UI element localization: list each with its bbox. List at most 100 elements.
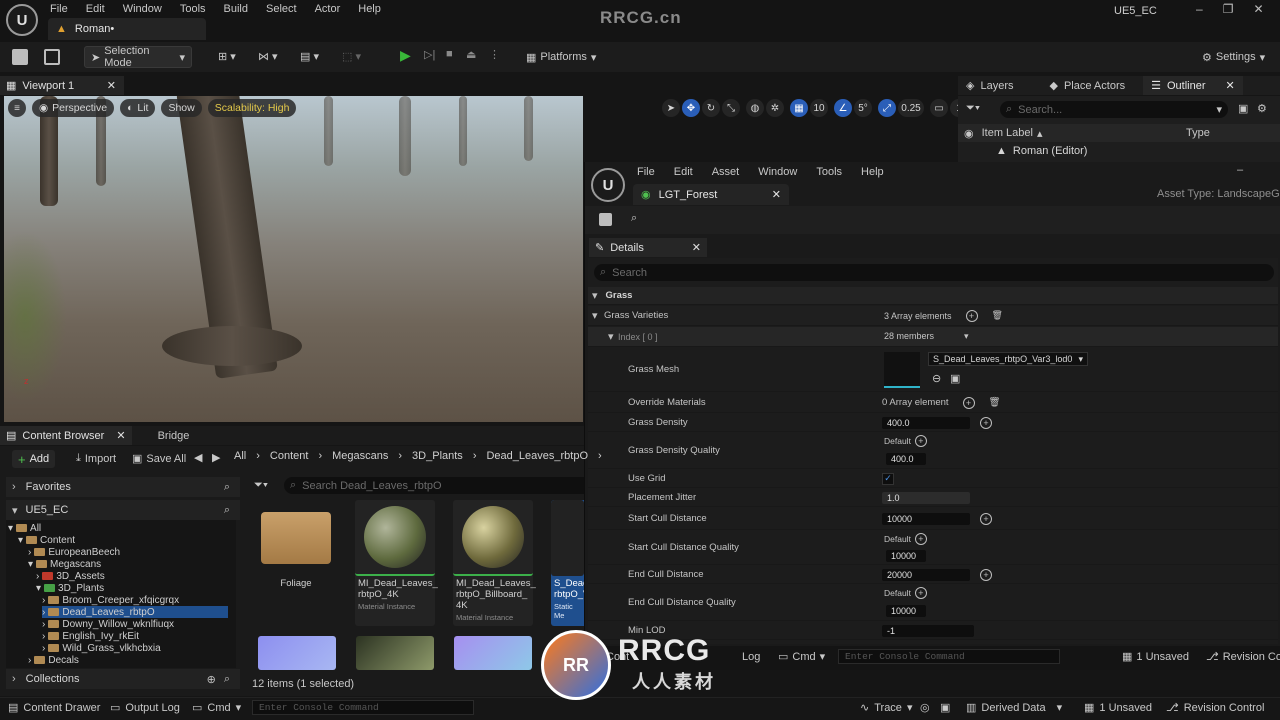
- menu-file[interactable]: File: [637, 166, 655, 178]
- menu-help[interactable]: Help: [358, 3, 381, 15]
- asset-tile[interactable]: MI_Dead_Leaves_ rbtpO_4K Material Instan…: [355, 500, 438, 626]
- close-tab-icon[interactable]: ✕: [107, 79, 116, 92]
- search-icon[interactable]: ⌕: [224, 481, 230, 494]
- crumb-content[interactable]: Content: [270, 450, 309, 462]
- eject-icon[interactable]: ⏏: [466, 48, 476, 61]
- cmd-dropdown[interactable]: ▭ Cmd ▾: [192, 701, 241, 715]
- crumb-3d-plants[interactable]: 3D_Plants: [412, 450, 463, 462]
- favorites-header[interactable]: › Favorites ⌕: [6, 477, 240, 497]
- output-log-label[interactable]: Log: [742, 651, 760, 663]
- tree-node[interactable]: ▾ 3D_Plants: [36, 582, 104, 594]
- add-element-icon[interactable]: +: [965, 309, 978, 322]
- grass-density-input[interactable]: 400.0: [882, 416, 970, 429]
- end-cull-input[interactable]: 20000: [882, 568, 970, 581]
- tree-node[interactable]: › Decals: [28, 654, 79, 666]
- tab-place-actors[interactable]: ◆ Place Actors: [1042, 76, 1134, 95]
- texture-thumbnail[interactable]: [258, 636, 336, 670]
- browse-icon[interactable]: [44, 49, 60, 65]
- min-lod-input[interactable]: -1: [882, 624, 974, 637]
- platforms-dropdown[interactable]: ▦ Platforms ▾: [520, 46, 602, 68]
- camera-speed-icon[interactable]: ▭: [930, 99, 948, 117]
- close-tab-icon[interactable]: ✕: [692, 241, 701, 254]
- tree-node[interactable]: ▾ Content: [18, 534, 75, 546]
- scale-icon[interactable]: ⤡: [722, 99, 740, 117]
- cinematics-icon[interactable]: ▤ ▾: [300, 50, 319, 63]
- asset-tile[interactable]: Foliage: [256, 500, 336, 591]
- unsaved-indicator[interactable]: ▦ 1 Unsaved: [1122, 650, 1189, 664]
- start-cull-quality-input[interactable]: 10000: [886, 550, 926, 562]
- lit-button[interactable]: ◐ Lit: [120, 99, 156, 117]
- tree-node[interactable]: › English_Ivy_rkEit: [42, 630, 139, 642]
- selection-mode-dropdown[interactable]: ➤ Selection Mode ▾: [84, 45, 192, 69]
- folder-add-icon[interactable]: ▣: [1238, 102, 1248, 115]
- column-type[interactable]: Type: [1186, 127, 1210, 139]
- crumb-dead-leaves[interactable]: Dead_Leaves_rbtpO: [486, 450, 588, 462]
- section-grass[interactable]: ▾ Grass: [588, 287, 1278, 305]
- show-button[interactable]: Show: [161, 99, 202, 117]
- hamburger-menu-icon[interactable]: ≡: [8, 99, 26, 117]
- menu-asset[interactable]: Asset: [712, 166, 740, 178]
- history-back-icon[interactable]: ◀: [194, 451, 202, 464]
- menu-help[interactable]: Help: [861, 166, 884, 178]
- menu-edit[interactable]: Edit: [674, 166, 693, 178]
- trace-dropdown[interactable]: ∿ Trace ▾: [860, 701, 912, 715]
- close-icon[interactable]: ✕: [1253, 2, 1263, 16]
- play-icon[interactable]: ▶: [400, 47, 411, 64]
- menu-build[interactable]: Build: [224, 3, 248, 15]
- save-icon[interactable]: [599, 213, 612, 226]
- tree-node-selected[interactable]: › Dead_Leaves_rbtpO: [42, 606, 228, 618]
- revision-control[interactable]: ⎇ Revision Control: [1166, 701, 1264, 715]
- menu-tools[interactable]: Tools: [180, 3, 206, 15]
- move-icon[interactable]: ✥: [682, 99, 700, 117]
- mesh-picker[interactable]: S_Dead_Leaves_rbtpO_Var3_lod0 ▾: [928, 352, 1088, 366]
- menu-file[interactable]: File: [50, 3, 68, 15]
- tree-node[interactable]: › Broom_Creeper_xfqicgrqx: [42, 594, 179, 606]
- rotation-snap-value[interactable]: 5°: [854, 99, 872, 117]
- menu-window[interactable]: Window: [758, 166, 797, 178]
- outliner-search[interactable]: ⌕ Search... ▾: [1000, 101, 1228, 118]
- import-button[interactable]: ⤓ Import: [76, 452, 116, 465]
- use-grid-checkbox[interactable]: ✓: [882, 472, 894, 485]
- add-override-icon[interactable]: +: [980, 512, 992, 525]
- column-item-label[interactable]: Item Label: [982, 127, 1033, 139]
- tree-node[interactable]: › Downy_Willow_wknlfiuqx: [42, 618, 174, 630]
- content-search[interactable]: ⌕ Search Dead_Leaves_rbtpO: [284, 477, 584, 494]
- content-drawer-button[interactable]: ▤ Content Drawer: [8, 701, 100, 715]
- tree-node[interactable]: › EuropeanBeech: [28, 546, 120, 558]
- gear-icon[interactable]: ⚙: [1257, 102, 1267, 115]
- derived-data-dropdown[interactable]: ▥ Derived Data ▾: [966, 701, 1062, 715]
- modes-icon[interactable]: ⬚ ▾: [342, 50, 361, 63]
- tree-node[interactable]: ▾ All: [8, 522, 41, 534]
- surface-snap-icon[interactable]: ✲: [766, 99, 784, 117]
- unreal-logo-icon[interactable]: U: [591, 168, 625, 202]
- stop-icon[interactable]: ■: [446, 48, 453, 60]
- scale-snap-value[interactable]: 0.25: [898, 99, 924, 117]
- unreal-logo-icon[interactable]: U: [6, 4, 38, 36]
- revision-control[interactable]: ⎇Revision Con: [1206, 650, 1280, 664]
- add-override-icon[interactable]: +: [914, 435, 927, 447]
- cmd-dropdown[interactable]: ▭ Cmd ▾: [778, 650, 825, 664]
- tree-node[interactable]: › 3D_Assets: [36, 570, 105, 582]
- record-icon[interactable]: ◎: [920, 701, 930, 714]
- tab-bridge[interactable]: Bridge: [158, 430, 190, 442]
- start-cull-input[interactable]: 10000: [882, 512, 970, 525]
- add-override-icon[interactable]: +: [980, 568, 992, 581]
- camera-icon[interactable]: ▣: [940, 701, 950, 714]
- asset-tile-selected[interactable]: S_Dead_ rbtpO_V Static Me: [551, 500, 584, 626]
- members-dropdown[interactable]: 28 members ▾: [884, 331, 969, 342]
- editor-console-input[interactable]: Enter Console Command: [838, 649, 1060, 664]
- menu-tools[interactable]: Tools: [816, 166, 842, 178]
- rotation-snap-icon[interactable]: ∠: [834, 99, 852, 117]
- visibility-icon[interactable]: ◉: [964, 127, 974, 140]
- viewport-3d[interactable]: z: [4, 96, 583, 422]
- grass-density-quality-input[interactable]: 400.0: [886, 453, 926, 465]
- tab-outliner[interactable]: ☰ Outliner ✕: [1143, 76, 1243, 95]
- texture-thumbnail[interactable]: [356, 636, 434, 670]
- close-tab-icon[interactable]: ✕: [772, 188, 781, 201]
- console-input[interactable]: Enter Console Command: [252, 700, 474, 715]
- crumb-megascans[interactable]: Megascans: [332, 450, 388, 462]
- add-override-icon[interactable]: +: [980, 416, 992, 429]
- trash-icon[interactable]: 🗑: [992, 310, 1003, 321]
- project-header[interactable]: ▾ UE5_EC ⌕: [6, 500, 240, 520]
- add-override-icon[interactable]: +: [914, 533, 927, 545]
